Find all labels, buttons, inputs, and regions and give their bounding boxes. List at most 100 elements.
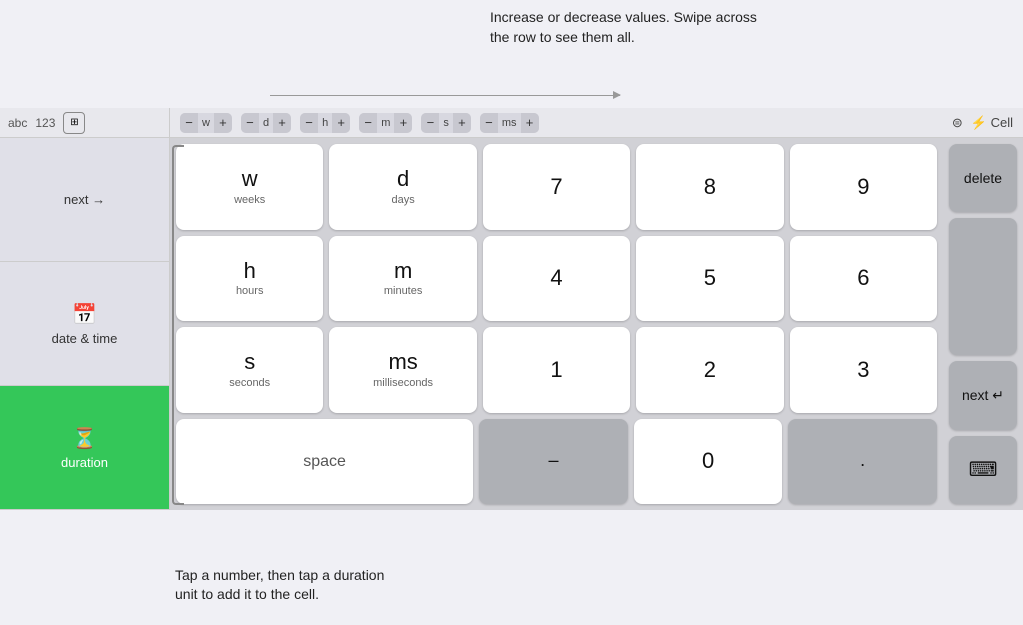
- key-minutes[interactable]: m minutes: [329, 236, 476, 322]
- stepper-s-label: s: [439, 113, 453, 133]
- callout-line: [270, 95, 620, 96]
- annotation-top-text: Increase or decrease values. Swipe acros…: [490, 9, 757, 45]
- key-1[interactable]: 1: [483, 327, 630, 413]
- digit-6: 6: [857, 265, 869, 291]
- key-6[interactable]: 6: [790, 236, 937, 322]
- seconds-word: seconds: [229, 377, 270, 390]
- next-return-button[interactable]: next ↵: [949, 361, 1017, 429]
- next-return-label: next ↵: [962, 387, 1004, 404]
- next-btn-label: next →: [64, 192, 105, 207]
- annotation-bottom: Tap a number, then tap a duration unit t…: [175, 566, 405, 605]
- stepper-w-minus[interactable]: −: [180, 113, 198, 133]
- key-days[interactable]: d days: [329, 144, 476, 230]
- key-5[interactable]: 5: [636, 236, 783, 322]
- stepper-m: − m +: [359, 113, 412, 133]
- label-abc[interactable]: abc: [8, 116, 27, 130]
- hours-word: hours: [236, 285, 264, 298]
- digit-1: 1: [550, 357, 562, 383]
- stepper-d-minus[interactable]: −: [241, 113, 259, 133]
- key-7[interactable]: 7: [483, 144, 630, 230]
- stepper-h: − h +: [300, 113, 350, 133]
- key-9[interactable]: 9: [790, 144, 937, 230]
- key-row-4: space – 0 .: [176, 419, 937, 505]
- table-icon: ⊞: [70, 117, 78, 128]
- sidebar-top-labels: abc 123 ⊞: [0, 108, 169, 138]
- key-milliseconds[interactable]: ms milliseconds: [329, 327, 476, 413]
- steppers-group: − w + − d + − h + − m + − s + − ms +: [180, 113, 544, 133]
- weeks-word: weeks: [234, 194, 265, 207]
- label-123[interactable]: 123: [35, 116, 55, 130]
- date-time-label: date & time: [52, 331, 118, 346]
- spacer-btn: [949, 218, 1017, 355]
- annotation-top: Increase or decrease values. Swipe acros…: [490, 8, 770, 47]
- date-time-icon: 📅: [72, 302, 97, 327]
- delete-button[interactable]: delete: [949, 144, 1017, 212]
- stepper-ms: − ms +: [480, 113, 539, 133]
- keyboard-button[interactable]: ⌨: [949, 436, 1017, 504]
- weeks-letter: w: [242, 166, 258, 192]
- key-0[interactable]: 0: [634, 419, 783, 505]
- stepper-h-label: h: [318, 113, 332, 133]
- duration-label: duration: [61, 455, 108, 470]
- keyboard-icon: ⌨: [969, 457, 998, 482]
- minutes-letter: m: [394, 258, 412, 284]
- key-row-2: h hours m minutes 4 5 6: [176, 236, 937, 322]
- key-4[interactable]: 4: [483, 236, 630, 322]
- sidebar-btn-date-time[interactable]: 📅 date & time: [0, 262, 169, 386]
- digit-7: 7: [550, 174, 562, 200]
- key-row-1: w weeks d days 7 8 9: [176, 144, 937, 230]
- stepper-ms-minus[interactable]: −: [480, 113, 498, 133]
- top-stepper-bar: − w + − d + − h + − m + − s + − ms +: [170, 108, 1023, 138]
- space-label: space: [303, 452, 346, 471]
- main-keypad: w weeks d days 7 8 9 h hours m minutes 4: [170, 138, 943, 510]
- stepper-w-label: w: [198, 113, 214, 133]
- duration-icon: ⏳: [72, 426, 97, 451]
- stepper-m-plus[interactable]: +: [394, 113, 412, 133]
- stepper-w: − w +: [180, 113, 232, 133]
- digit-2: 2: [704, 357, 716, 383]
- stepper-h-minus[interactable]: −: [300, 113, 318, 133]
- hours-letter: h: [244, 258, 256, 284]
- stepper-s: − s +: [421, 113, 471, 133]
- top-bar-right: ⊜ ⚡ Cell: [952, 115, 1013, 131]
- sidebar-btn-next[interactable]: next →: [0, 138, 169, 262]
- stepper-w-plus[interactable]: +: [214, 113, 232, 133]
- dot-sign: .: [860, 450, 865, 472]
- right-panel: delete next ↵ ⌨: [943, 138, 1023, 510]
- sidebar-icon-btn[interactable]: ⊞: [63, 112, 85, 134]
- key-hours[interactable]: h hours: [176, 236, 323, 322]
- stepper-d-label: d: [259, 113, 273, 133]
- left-sidebar: abc 123 ⊞ next → 📅 date & time ⏳ duratio…: [0, 108, 170, 510]
- stepper-d-plus[interactable]: +: [273, 113, 291, 133]
- digit-5: 5: [704, 265, 716, 291]
- key-seconds[interactable]: s seconds: [176, 327, 323, 413]
- key-row-3: s seconds ms milliseconds 1 2 3: [176, 327, 937, 413]
- sidebar-btn-duration[interactable]: ⏳ duration: [0, 386, 169, 510]
- key-dot[interactable]: .: [788, 419, 937, 505]
- stepper-m-minus[interactable]: −: [359, 113, 377, 133]
- key-space[interactable]: space: [176, 419, 473, 505]
- key-8[interactable]: 8: [636, 144, 783, 230]
- days-word: days: [391, 194, 414, 207]
- stepper-m-label: m: [377, 113, 394, 133]
- key-2[interactable]: 2: [636, 327, 783, 413]
- menu-icon[interactable]: ⊜: [952, 115, 963, 131]
- stepper-d: − d +: [241, 113, 291, 133]
- delete-label: delete: [964, 170, 1002, 186]
- cell-btn[interactable]: ⚡ Cell: [971, 115, 1013, 131]
- minus-sign: –: [548, 450, 558, 472]
- ms-letter: ms: [388, 349, 417, 375]
- stepper-ms-plus[interactable]: +: [521, 113, 539, 133]
- stepper-h-plus[interactable]: +: [332, 113, 350, 133]
- stepper-s-plus[interactable]: +: [453, 113, 471, 133]
- ms-word: milliseconds: [373, 377, 433, 390]
- key-minus[interactable]: –: [479, 419, 628, 505]
- digit-4: 4: [550, 265, 562, 291]
- bracket-indicator: [172, 145, 184, 505]
- key-weeks[interactable]: w weeks: [176, 144, 323, 230]
- key-3[interactable]: 3: [790, 327, 937, 413]
- annotation-bottom-text: Tap a number, then tap a duration unit t…: [175, 567, 384, 603]
- digit-3: 3: [857, 357, 869, 383]
- digit-0: 0: [702, 448, 714, 474]
- stepper-s-minus[interactable]: −: [421, 113, 439, 133]
